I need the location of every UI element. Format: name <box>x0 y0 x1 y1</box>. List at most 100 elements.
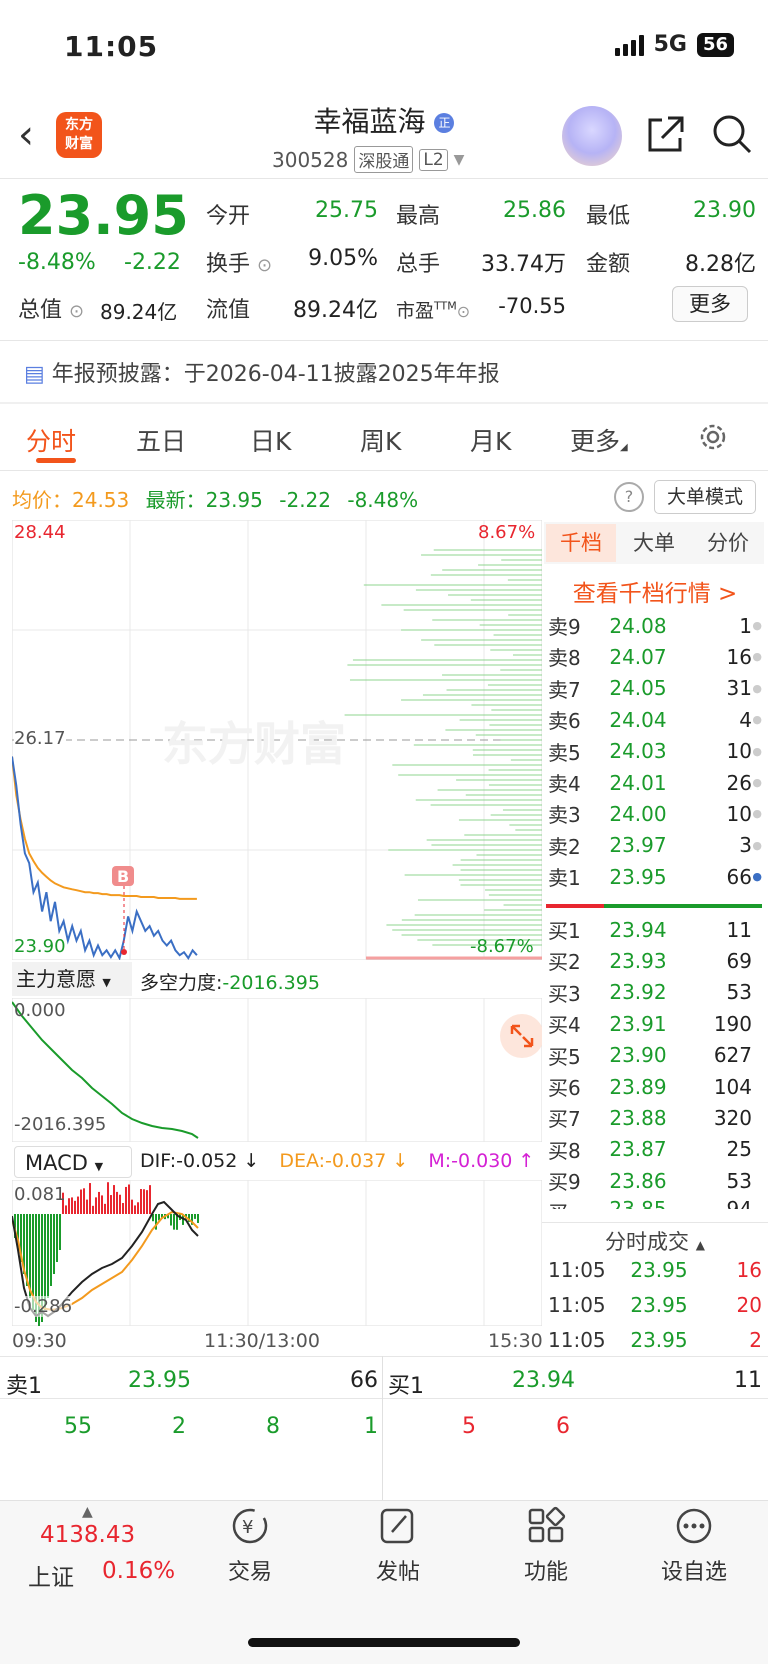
pe-value: -70.55 <box>498 294 566 318</box>
bid-price: 23.94 <box>609 917 667 942</box>
tab-intraday[interactable]: 分时 <box>26 422 76 458</box>
ask-row[interactable]: 卖4 24.01 26 ● <box>548 767 762 798</box>
ask-dot: ● <box>752 713 762 727</box>
bid-row[interactable]: 买4 23.91 190 <box>548 1008 762 1039</box>
macd-bar <box>59 1214 61 1250</box>
tag-level: L2 <box>419 148 448 171</box>
divider <box>0 1398 768 1399</box>
bid-row[interactable]: 买10 23.85 94 <box>548 1197 762 1209</box>
ask-label: 卖3 <box>548 803 581 828</box>
bid-ask-ratio-red <box>546 904 604 908</box>
divider <box>0 1356 768 1357</box>
bid-row[interactable]: 买2 23.93 69 <box>548 945 762 976</box>
big-order-mode-button[interactable]: 大单模式 <box>654 480 756 514</box>
tab-5day[interactable]: 五日 <box>136 422 186 458</box>
macd-bar <box>107 1182 109 1214</box>
nav-functions[interactable]: 功能 <box>486 1506 606 1586</box>
search-icon[interactable] <box>710 112 754 156</box>
intraday-chart[interactable]: 东方财富 B <box>12 520 542 960</box>
macd-bar <box>131 1199 133 1214</box>
ask-row[interactable]: 卖8 24.07 16 ● <box>548 641 762 672</box>
tick-time: 11:05 <box>548 1258 606 1282</box>
bid-volume: 104 <box>713 1074 752 1099</box>
bid-row[interactable]: 买8 23.87 25 <box>548 1134 762 1165</box>
x-label-open: 09:30 <box>12 1330 67 1352</box>
ask-label: 卖9 <box>548 615 581 639</box>
report-notice[interactable]: ▤ 年报预披露：于2026-04-11披露2025年年报 <box>24 356 500 388</box>
divider <box>0 402 768 404</box>
bid-volume: 94 <box>726 1196 752 1209</box>
tick-price: 23.95 <box>630 1293 688 1317</box>
index-value[interactable]: 4138.43 <box>40 1522 135 1548</box>
network-label: 5G <box>653 32 687 57</box>
macd-bar <box>125 1186 127 1214</box>
help-icon[interactable]: ? <box>614 482 644 512</box>
ask-row[interactable]: 卖5 24.03 10 ● <box>548 736 762 767</box>
svg-text:¥: ¥ <box>242 1517 253 1538</box>
open-label: 今开 <box>206 204 251 229</box>
pct-top-label: 8.67% <box>478 522 536 543</box>
macd-select[interactable]: MACD ▼ <box>14 1146 132 1178</box>
ask-price: 24.01 <box>609 770 667 795</box>
turnover-label[interactable]: 换手 ⊙ <box>206 246 272 278</box>
ticks-title[interactable]: 分时成交 ▲ <box>542 1226 768 1256</box>
status-time: 11:05 <box>64 30 159 63</box>
macd-bar <box>119 1194 121 1214</box>
bottom-buy-label: 买1 <box>388 1374 424 1399</box>
settings-icon[interactable] <box>696 420 730 454</box>
macd-bar <box>65 1205 67 1214</box>
nav-watchlist[interactable]: 设自选 <box>634 1506 754 1586</box>
bid-row[interactable]: 买3 23.92 53 <box>548 977 762 1008</box>
ask-row[interactable]: 卖1 23.95 66 ● <box>548 861 762 892</box>
ask-row[interactable]: 卖9 24.08 1 ● <box>548 610 762 641</box>
share-icon[interactable] <box>644 112 688 156</box>
grid-icon <box>528 1506 566 1543</box>
divider-vertical <box>382 1356 383 1500</box>
ask-row[interactable]: 卖7 24.05 31 ● <box>548 673 762 704</box>
ask-row[interactable]: 卖6 24.04 4 ● <box>548 704 762 735</box>
tab-daily[interactable]: 日K <box>250 422 291 458</box>
tab-weekly[interactable]: 周K <box>360 422 401 458</box>
mktcap-label[interactable]: 总值 ⊙ <box>18 292 84 324</box>
bid-row[interactable]: 买6 23.89 104 <box>548 1071 762 1102</box>
bid-price: 23.89 <box>609 1074 667 1099</box>
chart-summary: 均价：24.53 最新：23.95 -2.22 -8.48% <box>12 488 419 512</box>
expand-up-icon[interactable]: ▲ <box>82 1504 93 1520</box>
nav-post-label: 发帖 <box>375 1560 420 1585</box>
tab-depth[interactable]: 千档 <box>546 524 616 562</box>
bid-label: 买8 <box>548 1138 581 1163</box>
stock-code-line[interactable]: 300528 深股通 L2 ▼ <box>272 146 464 173</box>
nav-trade[interactable]: ¥ 交易 <box>190 1506 310 1586</box>
more-quote-button[interactable]: 更多 <box>672 286 748 322</box>
bid-row[interactable]: 买1 23.94 11 <box>548 914 762 945</box>
tab-monthly[interactable]: 月K <box>470 422 511 458</box>
buy-queue-item: 5 <box>462 1414 476 1439</box>
ask-row[interactable]: 卖3 24.00 10 ● <box>548 798 762 829</box>
pe-label[interactable]: 市盈TTM⊙ <box>396 296 470 323</box>
bid-label: 买4 <box>548 1013 581 1038</box>
home-indicator[interactable] <box>248 1638 520 1647</box>
tab-big-orders[interactable]: 大单 <box>624 524 684 562</box>
assistant-avatar[interactable] <box>562 106 622 166</box>
nav-post[interactable]: 发帖 <box>338 1506 458 1586</box>
edit-icon <box>380 1508 414 1544</box>
info-icon: ⊙ <box>456 302 471 321</box>
view-depth-link[interactable]: 查看千档行情 > <box>548 574 762 608</box>
macd-bar <box>80 1189 82 1214</box>
tab-more[interactable]: 更多◢ <box>570 422 628 458</box>
bid-row[interactable]: 买5 23.90 627 <box>548 1040 762 1071</box>
bottom-buy-price: 23.94 <box>512 1368 575 1393</box>
indicator-top: 0.000 <box>14 1000 66 1021</box>
trade-icon: ¥ <box>232 1508 268 1544</box>
tab-price-dist[interactable]: 分价 <box>696 524 760 562</box>
indicator-select[interactable]: 主力意愿 ▼ <box>12 962 132 996</box>
bid-row[interactable]: 买9 23.86 53 <box>548 1165 762 1196</box>
ask-label: 卖7 <box>548 677 581 702</box>
macd-bar <box>173 1214 175 1230</box>
ask-label: 卖1 <box>548 866 581 891</box>
sell-queue-item: 2 <box>172 1414 186 1439</box>
macd-bar <box>92 1205 94 1214</box>
ask-volume: 4 <box>739 707 752 732</box>
bid-row[interactable]: 买7 23.88 320 <box>548 1102 762 1133</box>
ask-row[interactable]: 卖2 23.97 3 ● <box>548 830 762 861</box>
